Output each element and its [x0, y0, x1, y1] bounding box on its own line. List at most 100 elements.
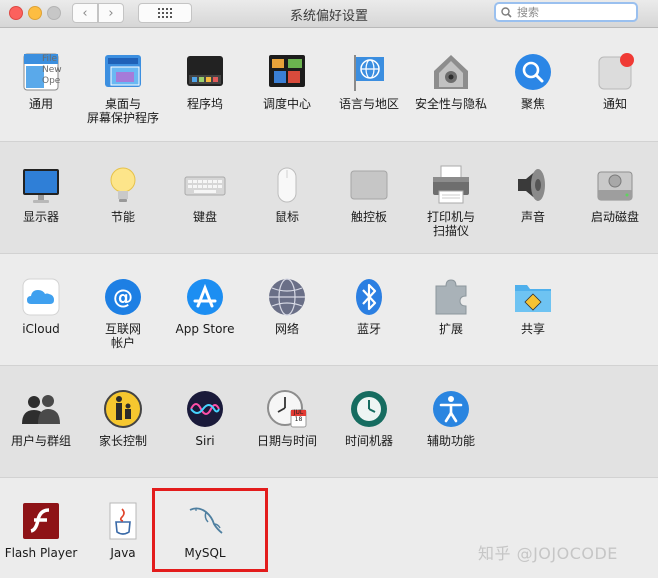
pref-extensions[interactable]: 扩展 — [410, 276, 492, 336]
search-box[interactable] — [494, 2, 638, 22]
app-store-icon — [184, 276, 226, 318]
pref-label: 家长控制 — [98, 434, 147, 448]
pref-label: 通用 — [28, 97, 53, 111]
pref-label: 网络 — [274, 322, 299, 336]
mouse-icon — [266, 164, 308, 206]
accessibility-icon — [430, 388, 472, 430]
pref-label: 语言与地区 — [338, 97, 399, 111]
siri-icon — [184, 388, 226, 430]
pref-label: 时间机器 — [344, 434, 393, 448]
pref-time-machine[interactable]: 时间机器 — [328, 388, 410, 448]
time-machine-icon — [348, 388, 390, 430]
pref-label: 打印机与 扫描仪 — [426, 210, 475, 238]
pref-displays[interactable]: 显示器 — [0, 164, 82, 224]
desktop-screensaver-icon — [102, 51, 144, 93]
search-icon — [501, 6, 512, 18]
sharing-icon — [512, 276, 554, 318]
pref-label: 触控板 — [350, 210, 387, 224]
pref-mission-control[interactable]: 调度中心 — [246, 51, 328, 111]
parental-controls-icon — [102, 388, 144, 430]
pref-label: 通知 — [602, 97, 627, 111]
pref-trackpad[interactable]: 触控板 — [328, 164, 410, 224]
trackpad-icon — [348, 164, 390, 206]
pref-label: 日期与时间 — [256, 434, 317, 448]
pref-security-privacy[interactable]: 安全性与隐私 — [410, 51, 492, 111]
energy-saver-icon — [102, 164, 144, 206]
pref-label: 鼠标 — [274, 210, 299, 224]
pref-internet-accounts[interactable]: @ 互联网 帐户 — [82, 276, 164, 350]
pref-sound[interactable]: 声音 — [492, 164, 574, 224]
pref-label: 显示器 — [22, 210, 59, 224]
pref-notifications[interactable]: 通知 — [574, 51, 656, 111]
pref-label: Flash Player — [4, 546, 78, 560]
watermark: 知乎 @JOJOCODE — [478, 544, 618, 563]
pref-label: 声音 — [520, 210, 545, 224]
pref-siri[interactable]: Siri — [164, 388, 246, 448]
pref-mouse[interactable]: 鼠标 — [246, 164, 328, 224]
sound-icon — [512, 164, 554, 206]
pref-energy-saver[interactable]: 节能 — [82, 164, 164, 224]
pref-label: iCloud — [22, 322, 60, 336]
mysql-highlight-box — [152, 488, 268, 572]
notifications-icon — [594, 51, 636, 93]
java-icon — [102, 500, 144, 542]
network-icon — [266, 276, 308, 318]
general-icon-text: File New Ope — [42, 54, 62, 86]
pref-label: 扩展 — [438, 322, 463, 336]
general-icon: File New Ope — [20, 51, 62, 93]
pref-label: 聚焦 — [520, 97, 545, 111]
pref-users-groups[interactable]: 用户与群组 — [0, 388, 82, 448]
pref-label: 调度中心 — [262, 97, 311, 111]
mission-control-icon — [266, 51, 308, 93]
pref-accessibility[interactable]: 辅助功能 — [410, 388, 492, 448]
pref-date-time[interactable]: JUL 18 日期与时间 — [246, 388, 328, 448]
calendar-text: JUL 18 — [293, 409, 304, 423]
pref-parental-controls[interactable]: 家长控制 — [82, 388, 164, 448]
pref-general[interactable]: File New Ope 通用 — [0, 51, 82, 111]
pref-label: 启动磁盘 — [590, 210, 639, 224]
printer-scanner-icon — [430, 164, 472, 206]
pref-flash-player[interactable]: Flash Player — [0, 500, 82, 560]
bluetooth-icon — [348, 276, 390, 318]
extensions-icon — [430, 276, 472, 318]
pref-desktop-screensaver[interactable]: 桌面与 屏幕保护程序 — [82, 51, 164, 125]
title-bar: ‹ › 系统偏好设置 — [0, 0, 658, 28]
pref-printers-scanners[interactable]: 打印机与 扫描仪 — [410, 164, 492, 238]
internet-accounts-icon: @ — [102, 276, 144, 318]
flash-player-icon — [20, 500, 62, 542]
pref-icloud[interactable]: iCloud — [0, 276, 82, 336]
icloud-icon — [20, 276, 62, 318]
pref-sharing[interactable]: 共享 — [492, 276, 574, 336]
pref-label: 蓝牙 — [356, 322, 381, 336]
pref-label: 用户与群组 — [10, 434, 71, 448]
pref-bluetooth[interactable]: 蓝牙 — [328, 276, 410, 336]
pref-language-region[interactable]: 语言与地区 — [328, 51, 410, 111]
pref-label: Siri — [195, 434, 215, 448]
spotlight-icon — [512, 51, 554, 93]
pref-label: 程序坞 — [186, 97, 223, 111]
date-time-icon: JUL 18 — [266, 388, 308, 430]
startup-disk-icon — [594, 164, 636, 206]
pref-label: App Store — [175, 322, 235, 336]
pref-spotlight[interactable]: 聚焦 — [492, 51, 574, 111]
security-privacy-icon — [430, 51, 472, 93]
pref-label: 安全性与隐私 — [414, 97, 487, 111]
displays-icon — [20, 164, 62, 206]
users-groups-icon — [20, 388, 62, 430]
svg-text:@: @ — [113, 285, 133, 309]
pref-label: 节能 — [110, 210, 135, 224]
pref-label: 键盘 — [192, 210, 217, 224]
pref-keyboard[interactable]: 键盘 — [164, 164, 246, 224]
pref-network[interactable]: 网络 — [246, 276, 328, 336]
pref-label: 辅助功能 — [426, 434, 475, 448]
dock-icon — [184, 51, 226, 93]
pref-startup-disk[interactable]: 启动磁盘 — [574, 164, 656, 224]
keyboard-icon — [184, 164, 226, 206]
language-region-icon — [348, 51, 390, 93]
pref-label: 互联网 帐户 — [104, 322, 141, 350]
search-input[interactable] — [515, 4, 629, 20]
pref-dock[interactable]: 程序坞 — [164, 51, 246, 111]
pref-app-store[interactable]: App Store — [164, 276, 246, 336]
pref-label: 共享 — [520, 322, 545, 336]
pref-label: 桌面与 屏幕保护程序 — [86, 97, 159, 125]
